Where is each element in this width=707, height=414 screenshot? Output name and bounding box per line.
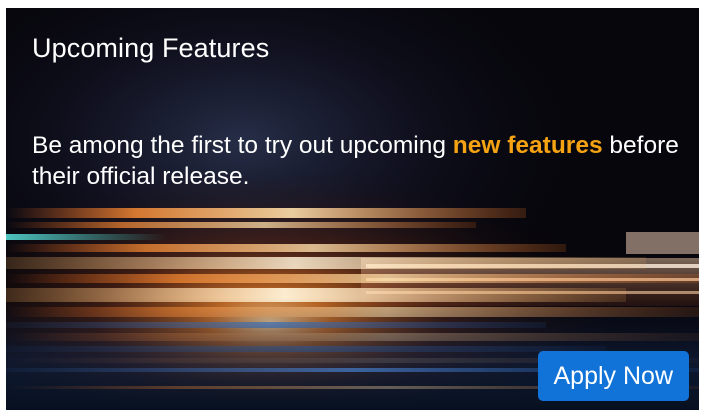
upcoming-features-banner: Upcoming Features Be among the first to … (6, 8, 699, 410)
apply-now-button[interactable]: Apply Now (537, 351, 689, 401)
light-trails-background-image (6, 8, 699, 410)
banner-description: Be among the first to try out upcoming n… (32, 130, 692, 192)
new-features-highlight: new features (452, 132, 603, 159)
description-text: Be among the first to try out upcoming (32, 132, 453, 159)
banner-title: Upcoming Features (32, 33, 270, 63)
